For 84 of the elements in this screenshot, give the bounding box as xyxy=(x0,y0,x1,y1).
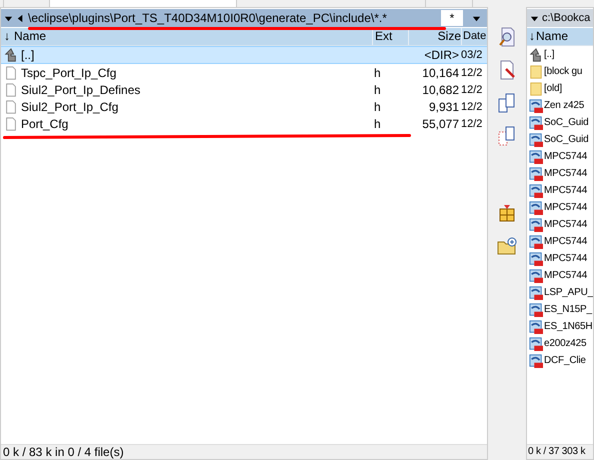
folder-icon xyxy=(529,82,543,96)
file-name[interactable]: ES_1N65H xyxy=(544,321,592,332)
pdf-file-icon xyxy=(529,268,543,282)
file-size: <DIR> xyxy=(424,48,459,62)
file-name[interactable]: Zen z425 xyxy=(544,100,584,111)
up-arrow-icon xyxy=(4,48,18,62)
pdf-file-icon xyxy=(529,116,543,130)
file-name[interactable]: SoC_Guid xyxy=(544,134,589,145)
column-header[interactable]: ↓Name xyxy=(527,28,593,45)
file-date: 03/2 xyxy=(461,49,482,61)
move-files-icon[interactable] xyxy=(497,126,517,146)
status-bar: 0 k / 37 303 k xyxy=(527,444,593,459)
file-date: 12/2 xyxy=(461,100,482,112)
file-row[interactable]: Port_Cfg h 55,077 12/2 xyxy=(1,115,487,132)
pdf-file-icon xyxy=(529,320,543,334)
filter-field[interactable]: * xyxy=(441,10,463,26)
file-date: 12/2 xyxy=(461,66,482,78)
file-ext: h xyxy=(374,66,381,80)
file-name: Port_Cfg xyxy=(21,116,68,130)
file-name[interactable]: [old] xyxy=(544,83,562,94)
file-icon xyxy=(4,116,18,130)
pdf-file-icon xyxy=(529,218,543,232)
file-size: 10,682 xyxy=(422,82,459,96)
up-arrow-icon xyxy=(529,48,543,62)
pdf-file-icon xyxy=(529,132,543,146)
copy-files-icon[interactable] xyxy=(497,93,517,113)
file-name: [..] xyxy=(21,48,34,62)
pdf-file-icon xyxy=(529,98,543,112)
file-ext: h xyxy=(374,116,381,130)
file-name[interactable]: MPC5744 xyxy=(544,151,588,162)
file-name[interactable]: MPC5744 xyxy=(544,168,588,179)
file-name[interactable]: MPC5744 xyxy=(544,185,588,196)
file-name[interactable]: DCF_Clie xyxy=(544,355,586,366)
new-folder-icon[interactable] xyxy=(497,236,517,256)
file-row[interactable]: Tspc_Port_Ip_Cfg h 10,164 12/2 xyxy=(1,64,487,81)
pdf-file-icon xyxy=(529,252,543,266)
sort-arrow-icon: ↓ xyxy=(529,29,535,43)
file-size: 10,164 xyxy=(422,66,459,80)
file-name[interactable]: SoC_Guid xyxy=(544,117,589,128)
pdf-file-icon xyxy=(529,166,543,180)
file-icon xyxy=(4,100,18,114)
file-icon xyxy=(4,82,18,96)
file-name[interactable]: e200z425 xyxy=(544,338,586,349)
file-name[interactable]: MPC5744 xyxy=(544,253,588,264)
file-row[interactable]: [..] <DIR> 03/2 xyxy=(1,46,487,64)
pdf-file-icon xyxy=(529,354,543,368)
pdf-file-icon xyxy=(529,286,543,300)
view-file-icon[interactable] xyxy=(497,27,517,47)
file-size: 9,931 xyxy=(428,100,459,114)
pdf-file-icon xyxy=(529,200,543,214)
file-name: Siul2_Port_Ip_Cfg xyxy=(21,100,118,114)
column-header[interactable]: Date xyxy=(462,28,487,45)
file-date: 12/2 xyxy=(461,118,482,130)
file-name[interactable]: ES_N15P_ xyxy=(544,304,592,315)
file-date: 12/2 xyxy=(461,84,482,96)
file-name: Siul2_Port_Ip_Defines xyxy=(21,82,140,96)
back-icon[interactable] xyxy=(16,14,25,22)
status-bar: 0 k / 83 k in 0 / 4 file(s) xyxy=(1,444,487,459)
file-ext: h xyxy=(374,100,381,114)
dropdown-icon[interactable] xyxy=(472,14,481,22)
dropdown-icon[interactable] xyxy=(530,14,539,22)
file-name[interactable]: [..] xyxy=(544,49,554,60)
file-name[interactable]: MPC5744 xyxy=(544,270,588,281)
path-text[interactable]: \eclipse\plugins\Port_TS_T40D34M10I0R0\generate_PC\include\*.* xyxy=(28,11,438,25)
file-name[interactable]: LSP_APU_ xyxy=(544,287,593,298)
file-name[interactable]: MPC5744 xyxy=(544,202,588,213)
pdf-file-icon xyxy=(529,302,543,316)
file-name[interactable]: MPC5744 xyxy=(544,236,588,247)
path-text[interactable]: c:\Bookca xyxy=(542,12,593,24)
pdf-file-icon xyxy=(529,184,543,198)
folder-icon xyxy=(529,64,543,78)
file-row[interactable]: Siul2_Port_Ip_Cfg h 9,931 12/2 xyxy=(1,98,487,115)
file-size: 55,077 xyxy=(422,116,459,130)
package-icon[interactable] xyxy=(497,203,517,223)
file-name[interactable]: MPC5744 xyxy=(544,219,588,230)
pdf-file-icon xyxy=(529,150,543,164)
file-row[interactable]: Siul2_Port_Ip_Defines h 10,682 12/2 xyxy=(1,81,487,98)
file-ext: h xyxy=(374,82,381,96)
sort-arrow-icon: ↓ xyxy=(4,28,10,45)
file-name: Tspc_Port_Ip_Cfg xyxy=(21,66,116,80)
pdf-file-icon xyxy=(529,234,543,248)
pdf-file-icon xyxy=(529,336,543,350)
dropdown-icon[interactable] xyxy=(4,14,13,22)
file-name[interactable]: [block gu xyxy=(544,66,582,77)
